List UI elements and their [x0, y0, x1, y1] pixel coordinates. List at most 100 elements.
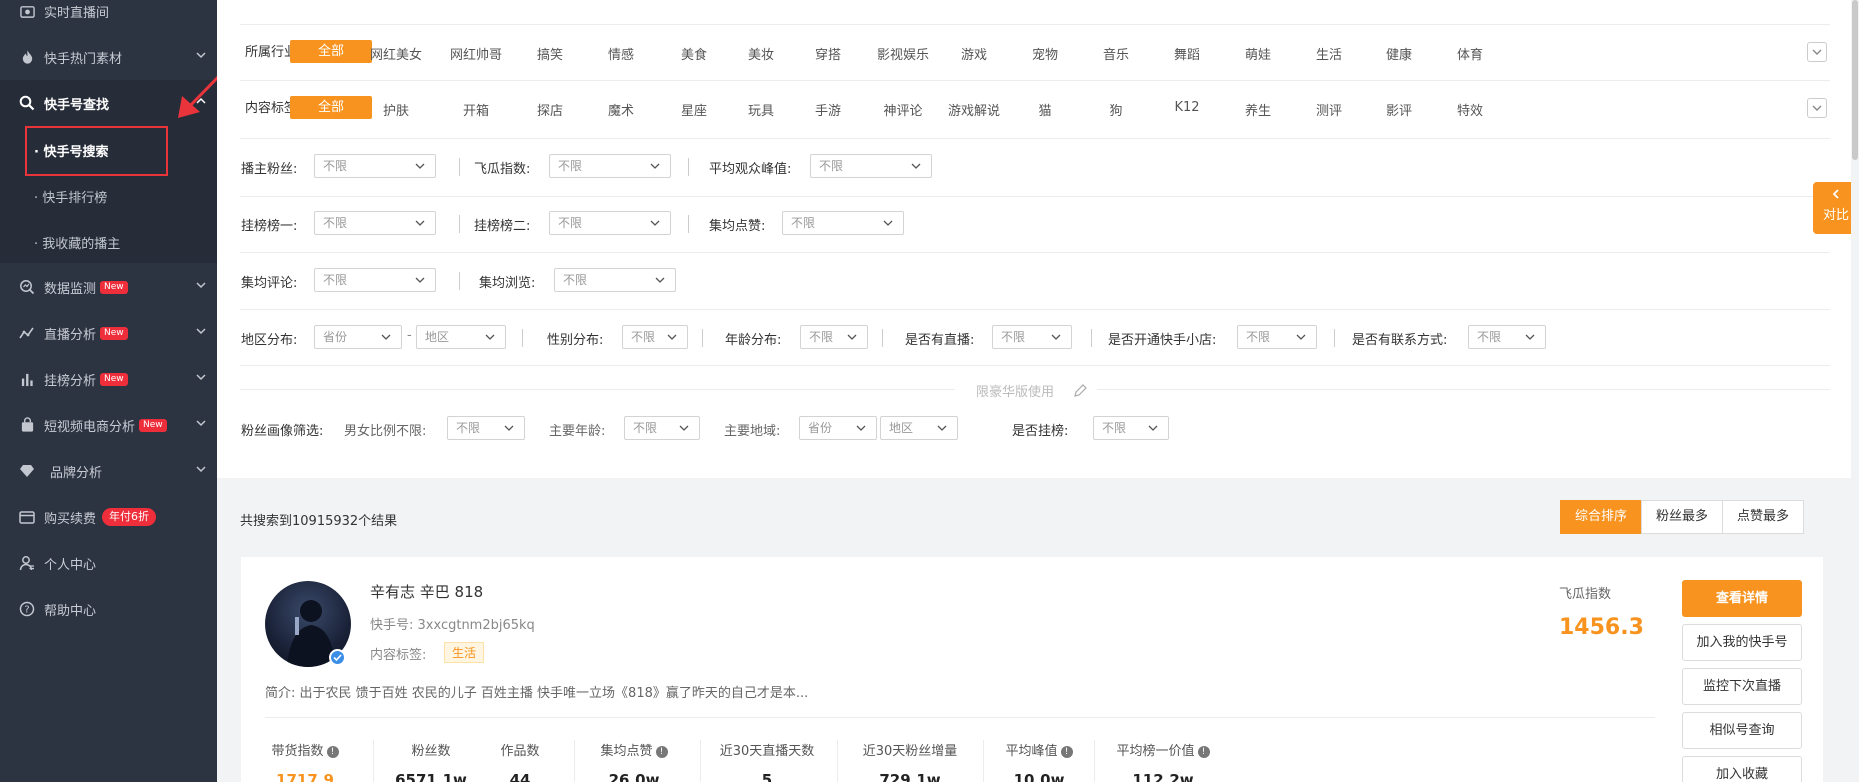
content-tag[interactable]: 玩具 [726, 100, 796, 119]
content-tag[interactable]: K12 [1152, 100, 1222, 115]
scrollbar-thumb[interactable] [1852, 0, 1858, 160]
province-select[interactable]: 省份 [314, 325, 402, 349]
sort-comprehensive-button[interactable]: 综合排序 [1560, 500, 1643, 534]
content-tag[interactable]: 养生 [1223, 100, 1293, 119]
content-tag[interactable]: 探店 [515, 100, 585, 119]
ranked-select[interactable]: 不限 [1093, 416, 1169, 440]
has-contact-select[interactable]: 不限 [1468, 325, 1546, 349]
avg-views-label: 集均浏览: [479, 276, 536, 291]
industry-tag[interactable]: 网红帅哥 [441, 44, 511, 63]
chevron-down-icon [1812, 49, 1822, 55]
industry-tag[interactable]: 情感 [586, 44, 656, 63]
shop-open-select[interactable]: 不限 [1237, 325, 1317, 349]
sidebar-subitem-favorites[interactable]: · 我收藏的播主 [34, 233, 120, 252]
industry-tag[interactable]: 网红美女 [361, 44, 431, 63]
content-tag[interactable]: 神评论 [868, 100, 938, 119]
add-my-account-button[interactable]: 加入我的快手号 [1682, 624, 1802, 661]
industry-tag[interactable]: 生活 [1294, 44, 1364, 63]
gender-dist-label: 性别分布: [547, 333, 604, 348]
stat-avg-rank-value: 平均榜一价值! 112.2w [1109, 740, 1217, 782]
industry-tag[interactable]: 搞笑 [515, 44, 585, 63]
sidebar-item-rank-analysis[interactable]: 挂榜分析 New [0, 356, 217, 402]
industry-tag[interactable]: 舞蹈 [1152, 44, 1222, 63]
sort-most-likes-button[interactable]: 点赞最多 [1722, 500, 1805, 534]
sidebar-subitem-ranking[interactable]: · 快手排行榜 [34, 187, 107, 206]
content-tag[interactable]: 护肤 [361, 100, 431, 119]
industry-tag[interactable]: 游戏 [939, 44, 1009, 63]
content-tag[interactable]: 影评 [1364, 100, 1434, 119]
content-tag[interactable]: 特效 [1435, 100, 1505, 119]
info-icon[interactable]: ! [1197, 745, 1210, 758]
select-value: 地区 [425, 330, 450, 344]
stat-value: 1717.9 [276, 771, 334, 782]
add-favorite-button[interactable]: 加入收藏 [1682, 756, 1802, 782]
industry-tag[interactable]: 宠物 [1010, 44, 1080, 63]
industry-tag[interactable]: 美食 [659, 44, 729, 63]
expand-content-tag-button[interactable] [1807, 98, 1827, 118]
avg-viewer-peak-select[interactable]: 不限 [810, 154, 932, 178]
monitor-next-live-button[interactable]: 监控下次直播 [1682, 668, 1802, 705]
fans-select[interactable]: 不限 [314, 154, 436, 178]
expand-industry-button[interactable] [1807, 42, 1827, 62]
sidebar-item-live-analysis[interactable]: 直播分析 New [0, 310, 217, 356]
content-tag[interactable]: 狗 [1081, 100, 1151, 119]
main-age-select[interactable]: 不限 [624, 416, 700, 440]
separator [459, 272, 460, 290]
content-tag[interactable]: 全部 [290, 96, 372, 119]
select-value: 不限 [558, 216, 583, 230]
chevron-down-icon [504, 425, 514, 431]
rank-two-select[interactable]: 不限 [549, 211, 671, 235]
view-detail-button[interactable]: 查看详情 [1682, 580, 1802, 617]
gender-ratio-select[interactable]: 不限 [447, 416, 525, 440]
info-icon[interactable]: ! [326, 745, 339, 758]
main-region-district-select[interactable]: 地区 [880, 416, 958, 440]
feigua-index-select[interactable]: 不限 [549, 154, 671, 178]
content-tag[interactable]: 测评 [1294, 100, 1364, 119]
industry-tag[interactable]: 萌娃 [1223, 44, 1293, 63]
content-tag[interactable]: 星座 [659, 100, 729, 119]
similar-account-button[interactable]: 相似号查询 [1682, 712, 1802, 749]
content-tag[interactable]: 魔术 [586, 100, 656, 119]
rank-one-select[interactable]: 不限 [314, 211, 436, 235]
sidebar-item-data-monitor[interactable]: 数据监测 New [0, 264, 217, 310]
sidebar-item-profile[interactable]: 个人中心 [0, 540, 217, 586]
info-icon[interactable]: ! [655, 745, 668, 758]
district-select[interactable]: 地区 [416, 325, 506, 349]
avg-likes-label: 集均点赞: [709, 219, 766, 234]
industry-tag[interactable]: 穿搭 [793, 44, 863, 63]
sidebar-item-brand-analysis[interactable]: 品牌分析 [0, 448, 217, 494]
industry-tag[interactable]: 体育 [1435, 44, 1505, 63]
sidebar-item-help[interactable]: ? 帮助中心 [0, 586, 217, 632]
content-tag[interactable]: 猫 [1010, 100, 1080, 119]
avg-likes-select[interactable]: 不限 [782, 211, 904, 235]
streamer-name[interactable]: 辛有志 辛巴 818 [370, 581, 483, 602]
gender-dist-select[interactable]: 不限 [622, 325, 688, 349]
has-live-select[interactable]: 不限 [992, 325, 1072, 349]
industry-tag[interactable]: 音乐 [1081, 44, 1151, 63]
score-value: 1456.3 [1559, 615, 1644, 640]
industry-tag[interactable]: 影视娱乐 [868, 44, 938, 63]
info-icon[interactable]: ! [1060, 745, 1073, 758]
main-age-label: 主要年龄: [549, 424, 606, 439]
avg-views-select[interactable]: 不限 [554, 268, 676, 292]
feigua-index-label: 飞瓜指数: [474, 162, 531, 177]
age-dist-select[interactable]: 不限 [800, 325, 868, 349]
chevron-down-icon [650, 163, 660, 169]
avg-comments-select[interactable]: 不限 [314, 268, 436, 292]
sort-most-fans-button[interactable]: 粉丝最多 [1641, 500, 1724, 534]
industry-tag[interactable]: 全部 [290, 40, 372, 63]
main-region-province-select[interactable]: 省份 [799, 416, 877, 440]
kuaishou-id: 快手号: 3xxcgtnm2bj65kq [370, 618, 535, 633]
avg-viewer-peak-label: 平均观众峰值: [709, 162, 792, 177]
industry-tag[interactable]: 美妆 [726, 44, 796, 63]
sidebar-item-ecommerce-analysis[interactable]: 短视频电商分析 New [0, 402, 217, 448]
svg-text:?: ? [24, 605, 29, 616]
sidebar-item-purchase[interactable]: 购买续费 年付6折 [0, 494, 217, 540]
content-tag[interactable]: 手游 [793, 100, 863, 119]
select-value: 省份 [323, 330, 348, 344]
select-value: 不限 [1246, 330, 1271, 344]
industry-tag[interactable]: 健康 [1364, 44, 1434, 63]
content-tag[interactable]: 游戏解说 [939, 100, 1009, 119]
result-card: 辛有志 辛巴 818 快手号: 3xxcgtnm2bj65kq 内容标签: 生活… [241, 557, 1823, 782]
content-tag[interactable]: 开箱 [441, 100, 511, 119]
